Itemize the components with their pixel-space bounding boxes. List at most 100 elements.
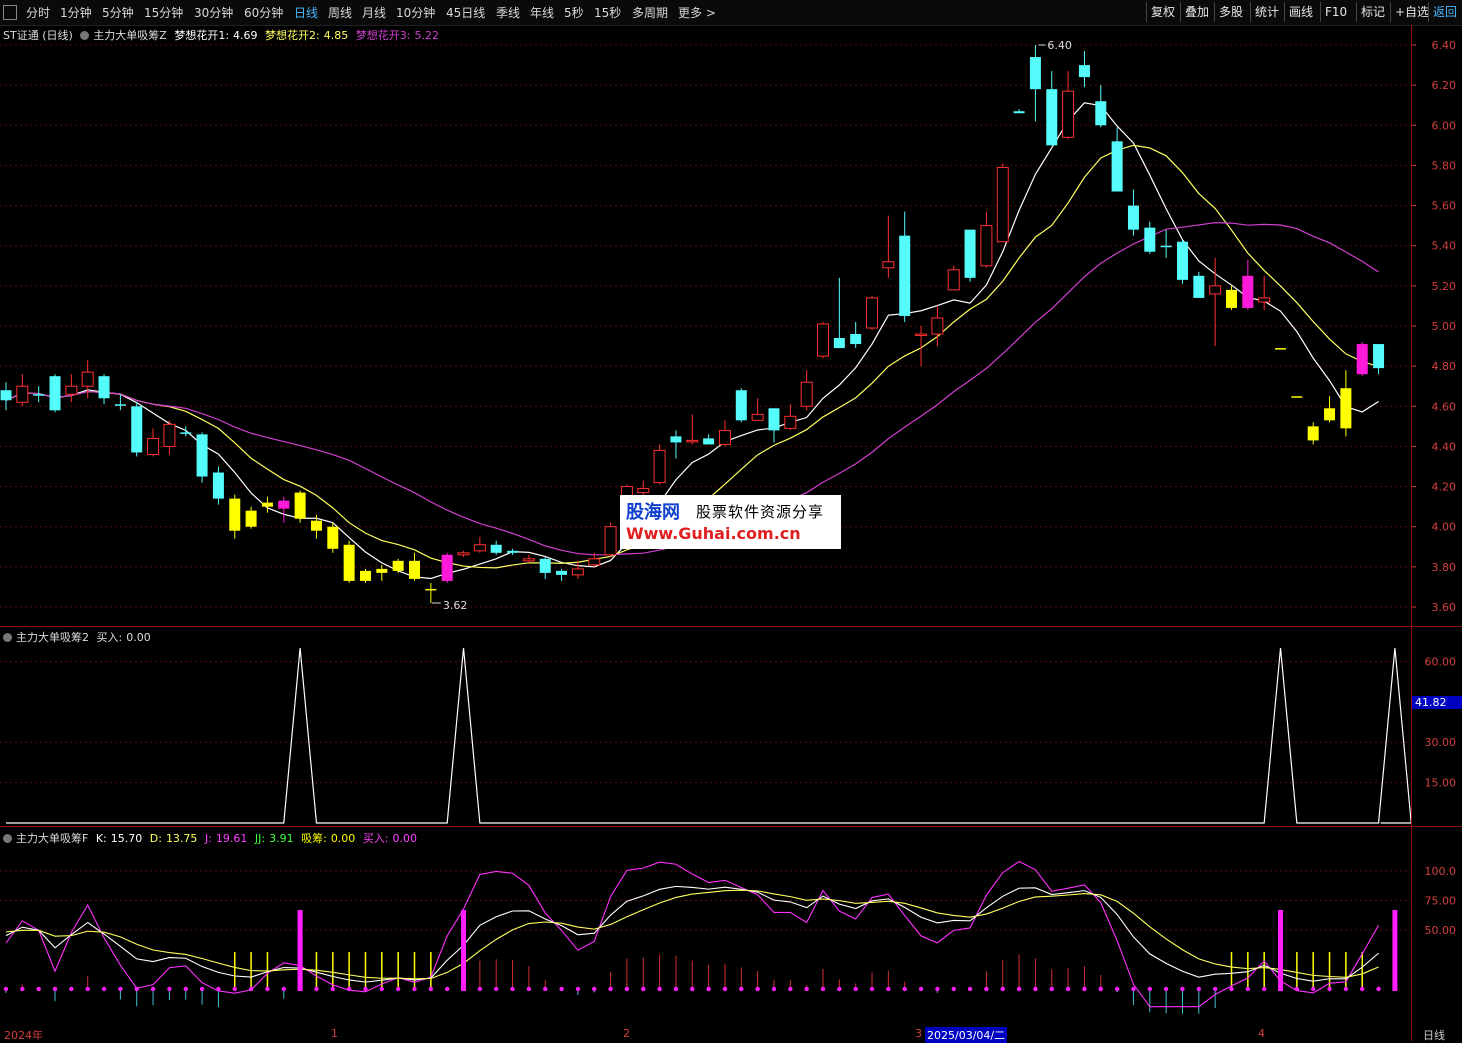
baseline-dot (1082, 986, 1087, 992)
baseline-dot (1212, 986, 1218, 992)
candle-body (604, 526, 617, 556)
sub2-buy-value: 0.00 (392, 832, 418, 845)
baseline-dot (869, 986, 875, 992)
baseline-dot (428, 986, 434, 992)
date-m2: 2 (623, 1027, 630, 1040)
main-ytick: 4.20 (1432, 481, 1457, 494)
candle-body (163, 423, 176, 447)
baseline-dot (624, 986, 630, 992)
candle-body (261, 502, 273, 507)
baseline-dot (886, 986, 891, 992)
candle-body (735, 390, 747, 421)
candle-body (229, 498, 241, 531)
candle-body (1356, 344, 1368, 375)
date-m1: 1 (331, 1027, 338, 1040)
d-value: 13.75 (165, 832, 198, 845)
candle-body (1340, 388, 1352, 429)
candle-body (1193, 275, 1205, 298)
sub1-ytick: 60.00 (1425, 655, 1457, 668)
main-ytick: 4.40 (1432, 440, 1457, 453)
sub1-header: 主力大单吸筹2 买入: 0.00 (3, 629, 155, 645)
candle-body (131, 406, 143, 453)
baseline-dot (739, 986, 744, 992)
buy-signal-bar (461, 910, 467, 991)
buy-signal-bar (1278, 910, 1284, 991)
baseline-dot (167, 986, 172, 992)
candle-body (1013, 111, 1025, 114)
baseline-dot (1098, 986, 1103, 992)
sub1-menu-icon[interactable] (3, 633, 12, 642)
baseline-dot (1311, 986, 1316, 992)
baseline-dot (902, 986, 907, 992)
date-axis: 2024年 1 2 3 2025/03/04/二 4 (0, 1027, 1412, 1043)
candle-body (147, 437, 160, 455)
candle-body (1062, 90, 1075, 138)
main-ytick: 4.80 (1432, 360, 1457, 373)
baseline-dot (1229, 986, 1234, 992)
candle-body (718, 429, 731, 445)
candle-body (1373, 344, 1385, 369)
baseline-dot (608, 986, 613, 992)
baseline-dot (3, 986, 9, 992)
xc-label: 吸筹: (301, 832, 327, 845)
current-value-badge: 41.82 (1412, 696, 1462, 709)
baseline-dot (494, 986, 499, 992)
sub1-line (6, 647, 1412, 824)
baseline-dot (984, 986, 989, 992)
candle-body (114, 404, 126, 406)
main-ytick: 5.80 (1432, 159, 1457, 172)
baseline-dot (477, 986, 483, 992)
candle-body (0, 390, 12, 401)
baseline-dot (1163, 986, 1169, 992)
baseline-dot (118, 986, 123, 992)
sub1-title[interactable]: 主力大单吸筹2 (16, 631, 89, 644)
baseline-dot (379, 986, 385, 992)
candle-body (637, 488, 650, 494)
baseline-dot (559, 986, 564, 992)
candle-body (490, 544, 502, 553)
baseline-dot (265, 986, 270, 992)
candle-body (1111, 141, 1123, 192)
baseline-dot (1065, 986, 1071, 992)
baseline-dot (771, 986, 777, 992)
baseline-dot (183, 986, 188, 992)
baseline-dot (935, 986, 940, 992)
candle-body (1144, 227, 1156, 252)
candle-body (1209, 285, 1222, 295)
main-ytick: 5.40 (1432, 240, 1457, 253)
candle-body (425, 588, 437, 591)
candle-body (441, 554, 453, 581)
candle-body (882, 261, 895, 269)
baseline-dot (69, 986, 74, 992)
candle-body (294, 492, 306, 519)
sub1-ytick: 30.00 (1425, 736, 1457, 749)
baseline-dot (837, 986, 842, 992)
candle-body (278, 500, 290, 509)
buy-signal-bar (297, 910, 303, 991)
candle-body (899, 235, 911, 316)
buy-signal-bar (1392, 910, 1398, 991)
baseline-dot (820, 986, 826, 992)
baseline-dot (853, 986, 858, 992)
k-value: 15.70 (110, 832, 143, 845)
candle-body (866, 297, 879, 329)
sub2-menu-icon[interactable] (3, 834, 12, 843)
baseline-dot (281, 986, 286, 992)
candle-body (670, 436, 682, 443)
candle-body (196, 434, 208, 477)
candle-body (33, 394, 45, 396)
watermark-url: Www.Guhai.com.cn (626, 524, 801, 543)
baseline-dot (804, 986, 809, 992)
candle-body (1291, 396, 1303, 398)
candle-body (1046, 89, 1058, 146)
candle-body (392, 560, 404, 571)
baseline-dot (52, 986, 58, 992)
baseline-dot (1016, 986, 1022, 992)
baseline-dot (444, 986, 450, 992)
candle-body (16, 385, 29, 403)
baseline-dot (967, 986, 973, 992)
candle-body (996, 166, 1009, 243)
candle-body (507, 550, 519, 553)
baseline-dot (1131, 986, 1136, 992)
sub2-title[interactable]: 主力大单吸筹F (16, 832, 88, 845)
